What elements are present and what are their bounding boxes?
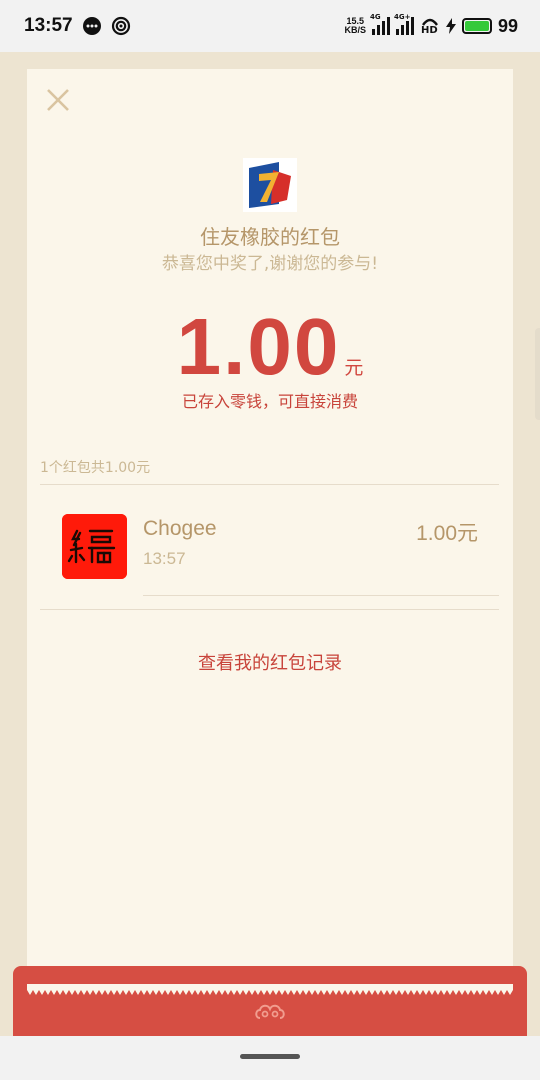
close-button[interactable] — [45, 87, 71, 113]
signal-strength-icon: 4G — [370, 13, 390, 35]
signal-strength-icon-2: 4G+ — [394, 13, 414, 35]
amount-display: 1.00 元 — [27, 301, 513, 393]
status-bar: 13:57 15.5 KB/S 4G 4G+ HD 99 — [0, 0, 540, 52]
record-amount: 1.00元 — [416, 522, 478, 545]
hd-call-icon: HD — [420, 16, 440, 36]
sender-name: 住友橡胶的红包 — [200, 225, 340, 249]
divider — [143, 595, 499, 596]
record-name: Chogee — [143, 517, 217, 540]
red-packet-card: 住友橡胶的红包 恭喜您中奖了,谢谢您的参与! 1.00 元 已存入零钱，可直接消费… — [27, 69, 513, 989]
divider — [40, 609, 499, 610]
status-right: 15.5 KB/S 4G 4G+ HD 99 — [344, 13, 518, 37]
navigation-bar — [0, 1036, 540, 1080]
view-history-link[interactable]: 查看我的红包记录 — [27, 649, 513, 675]
status-time: 13:57 — [24, 15, 73, 36]
amount-unit: 元 — [344, 357, 364, 379]
list-item[interactable]: Chogee 13:57 1.00元 — [62, 514, 478, 580]
stored-note: 已存入零钱，可直接消费 — [181, 392, 358, 411]
side-drawer-handle[interactable] — [535, 328, 540, 420]
battery-icon — [461, 18, 492, 34]
network-speed: 15.5 KB/S — [344, 16, 366, 35]
hotspot-icon — [111, 16, 130, 36]
battery-level: 99 — [497, 15, 518, 36]
amount-value: 1.00 — [176, 302, 341, 391]
chat-bubble-icon — [82, 17, 101, 35]
packet-summary: 1个红包共1.00元 — [40, 460, 151, 476]
greeting-text: 恭喜您中奖了,谢谢您的参与! — [161, 254, 379, 274]
avatar — [62, 514, 127, 579]
envelope-bottom — [13, 966, 527, 1036]
divider — [40, 484, 499, 485]
close-icon — [47, 89, 69, 111]
status-left: 13:57 — [24, 15, 131, 37]
sender-logo — [243, 158, 297, 212]
zigzag-edge — [27, 984, 513, 995]
cloud-ornament-icon — [255, 1004, 285, 1019]
record-time: 13:57 — [143, 549, 186, 568]
charging-bolt-icon — [445, 18, 456, 34]
home-indicator[interactable] — [240, 1054, 300, 1059]
